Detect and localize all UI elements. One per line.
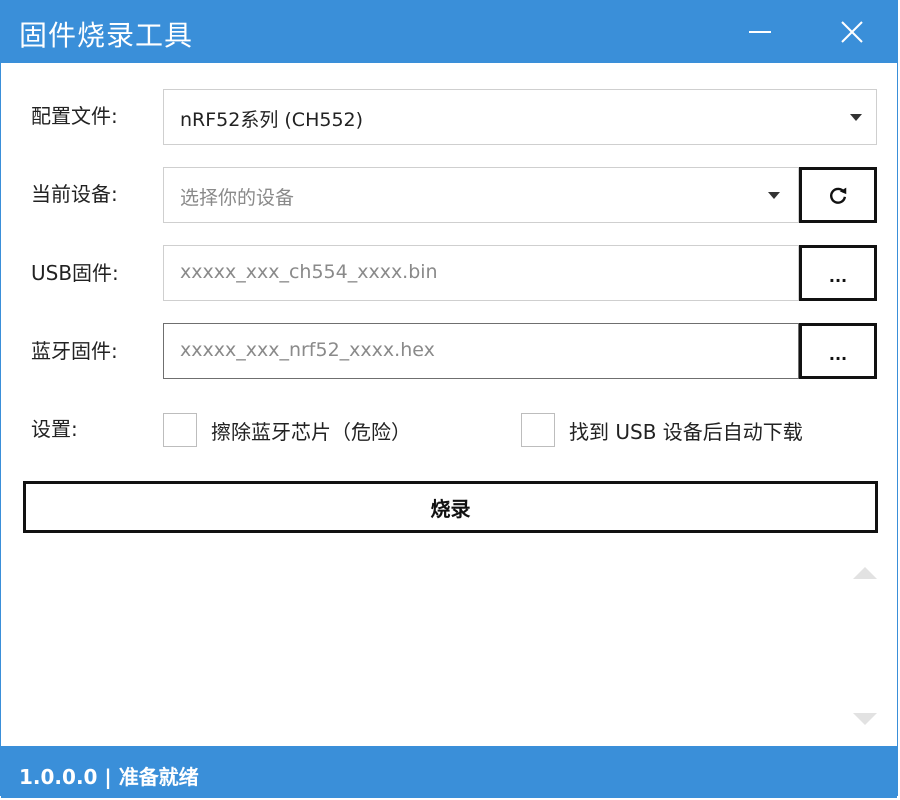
ble-firmware-input[interactable]: xxxxx_xxx_nrf52_xxxx.hex [163, 323, 799, 379]
minimize-icon [749, 31, 771, 33]
scroll-up-arrow[interactable] [853, 567, 877, 579]
usb-firmware-input[interactable]: xxxxx_xxx_ch554_xxxx.bin [163, 245, 799, 301]
chevron-down-icon [850, 114, 862, 121]
auto-download-checkbox[interactable] [521, 413, 555, 447]
chevron-down-icon [768, 192, 780, 199]
settings-label: 设置: [31, 417, 78, 441]
ble-firmware-label: 蓝牙固件: [31, 339, 118, 363]
app-window: 固件烧录工具 配置文件: nRF52系列 (CH552) 当前设备: 选择你的设… [0, 0, 898, 798]
burn-button-label: 烧录 [430, 496, 471, 521]
close-icon [841, 21, 863, 43]
minimize-button[interactable] [737, 11, 783, 53]
usb-firmware-placeholder: xxxxx_xxx_ch554_xxxx.bin [180, 261, 438, 283]
config-select-value: nRF52系列 (CH552) [180, 109, 364, 131]
erase-chip-label[interactable]: 擦除蓝牙芯片（危险） [211, 416, 411, 445]
device-select[interactable]: 选择你的设备 [163, 167, 799, 223]
ble-browse-button[interactable]: ... [799, 323, 877, 379]
title-bar[interactable]: 固件烧录工具 [1, 1, 897, 63]
status-text: 1.0.0.0 | 准备就绪 [19, 765, 199, 789]
auto-download-label[interactable]: 找到 USB 设备后自动下载 [569, 416, 803, 445]
burn-button[interactable]: 烧录 [23, 481, 878, 533]
device-select-placeholder: 选择你的设备 [180, 187, 295, 209]
erase-chip-checkbox[interactable] [163, 413, 197, 447]
usb-browse-button[interactable]: ... [799, 245, 877, 301]
status-bar: 1.0.0.0 | 准备就绪 [1, 746, 897, 798]
usb-firmware-label: USB固件: [31, 261, 119, 285]
ble-browse-label: ... [828, 344, 848, 364]
window-title: 固件烧录工具 [19, 19, 194, 52]
config-label: 配置文件: [31, 104, 118, 128]
config-select[interactable]: nRF52系列 (CH552) [163, 89, 877, 145]
refresh-button[interactable] [799, 167, 877, 223]
close-button[interactable] [829, 11, 875, 53]
scroll-down-arrow[interactable] [853, 713, 877, 725]
ble-firmware-placeholder: xxxxx_xxx_nrf52_xxxx.hex [180, 339, 435, 361]
device-label: 当前设备: [31, 182, 118, 206]
usb-browse-label: ... [828, 266, 848, 286]
refresh-icon [830, 187, 847, 204]
